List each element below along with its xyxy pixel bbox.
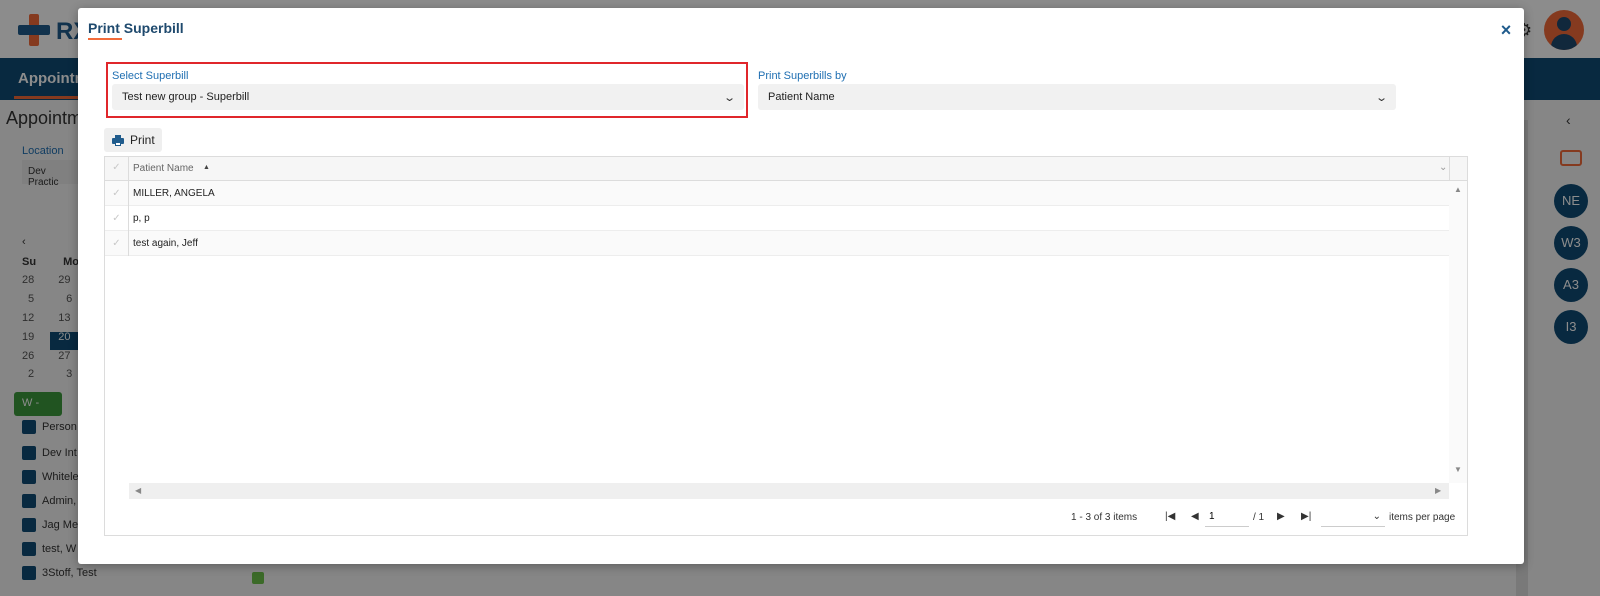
column-menu-icon[interactable]: ⌄ bbox=[1439, 162, 1447, 173]
select-all-check-icon[interactable]: ✓ bbox=[105, 157, 129, 181]
page-count: / 1 bbox=[1253, 512, 1265, 523]
patient-grid: ✓ Patient Name ▲ ⌄ ✓ MILLER, ANGELA ✓ p,… bbox=[104, 156, 1468, 536]
printer-icon bbox=[112, 134, 124, 146]
chevron-down-icon: ⌄ bbox=[1374, 91, 1388, 104]
print-button[interactable]: Print bbox=[104, 128, 162, 152]
table-row[interactable]: ✓ test again, Jeff bbox=[105, 231, 1449, 256]
scroll-up-icon[interactable]: ▲ bbox=[1454, 185, 1462, 194]
select-superbill-value: Test new group - Superbill bbox=[122, 91, 250, 103]
items-per-page-label: items per page bbox=[1389, 512, 1456, 523]
patient-name-cell: test again, Jeff bbox=[133, 238, 198, 249]
print-by-label: Print Superbills by bbox=[758, 70, 847, 82]
row-check-icon[interactable]: ✓ bbox=[105, 181, 129, 206]
chevron-down-icon: ⌄ bbox=[1372, 511, 1381, 522]
modal-title: Print Superbill bbox=[88, 20, 184, 36]
print-by-value: Patient Name bbox=[768, 91, 835, 103]
items-per-page-select[interactable]: ⌄ bbox=[1321, 507, 1385, 527]
next-page-icon[interactable]: ▶ bbox=[1277, 511, 1285, 522]
grid-header: ✓ Patient Name ▲ ⌄ bbox=[105, 157, 1467, 181]
scroll-down-icon[interactable]: ▼ bbox=[1454, 465, 1462, 474]
close-icon[interactable]: × bbox=[1496, 20, 1516, 40]
prev-page-icon[interactable]: ◀ bbox=[1191, 511, 1199, 522]
row-check-icon[interactable]: ✓ bbox=[105, 206, 129, 231]
pager-info: 1 - 3 of 3 items bbox=[1071, 512, 1138, 523]
scroll-left-icon[interactable]: ◀ bbox=[135, 486, 141, 495]
print-button-label: Print bbox=[130, 133, 155, 147]
select-superbill-label: Select Superbill bbox=[112, 70, 189, 82]
print-by-dropdown[interactable]: Patient Name ⌄ bbox=[758, 84, 1396, 110]
row-check-icon[interactable]: ✓ bbox=[105, 231, 129, 256]
patient-name-cell: MILLER, ANGELA bbox=[133, 188, 215, 199]
title-underline bbox=[88, 38, 122, 40]
sort-ascending-icon[interactable]: ▲ bbox=[203, 164, 210, 171]
first-page-icon[interactable]: |◀ bbox=[1165, 511, 1175, 522]
page-number-input[interactable] bbox=[1205, 507, 1249, 527]
column-header-patient-name[interactable]: Patient Name bbox=[133, 163, 194, 174]
chevron-down-icon: ⌄ bbox=[722, 91, 736, 104]
last-page-icon[interactable]: ▶| bbox=[1301, 511, 1311, 522]
print-superbill-modal: Print Superbill × Select Superbill Test … bbox=[78, 8, 1524, 564]
patient-name-cell: p, p bbox=[133, 213, 150, 224]
select-superbill-dropdown[interactable]: Test new group - Superbill ⌄ bbox=[112, 84, 744, 110]
scroll-right-icon[interactable]: ▶ bbox=[1435, 486, 1441, 495]
vertical-scrollbar[interactable]: ▲ ▼ bbox=[1449, 181, 1467, 483]
table-row[interactable]: ✓ p, p bbox=[105, 206, 1449, 231]
grid-pager: 1 - 3 of 3 items |◀ ◀ / 1 ▶ ▶| ⌄ items p… bbox=[105, 499, 1467, 535]
table-row[interactable]: ✓ MILLER, ANGELA bbox=[105, 181, 1449, 206]
horizontal-scrollbar[interactable]: ◀ ▶ bbox=[129, 483, 1449, 499]
header-gutter bbox=[1449, 157, 1467, 181]
